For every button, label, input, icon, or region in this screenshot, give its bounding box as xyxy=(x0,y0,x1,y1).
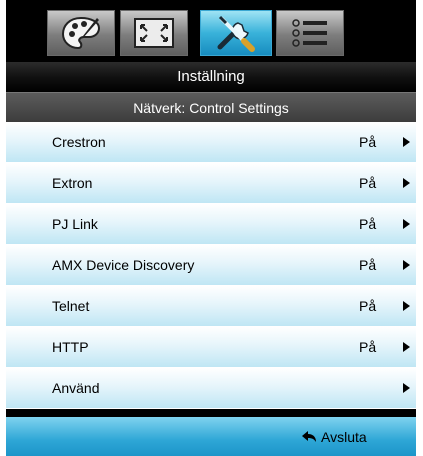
menu-item-value: På xyxy=(359,216,377,232)
menu-item-value: På xyxy=(359,298,377,314)
chevron-right-icon xyxy=(403,301,410,311)
chevron-right-icon xyxy=(403,383,410,393)
menu-item-value: På xyxy=(359,175,377,191)
menu-item-label: AMX Device Discovery xyxy=(52,257,195,273)
tab-bar xyxy=(6,0,416,62)
menu-item-label: Crestron xyxy=(52,134,106,150)
tab-options[interactable] xyxy=(276,10,344,56)
submenu-title: Nätverk: Control Settings xyxy=(6,92,416,122)
menu-item-amx-device-discovery[interactable]: AMX Device Discovery På xyxy=(6,245,416,286)
menu-item-value: På xyxy=(359,339,377,355)
menu-item-label: Telnet xyxy=(52,298,90,314)
menu-title: Inställning xyxy=(6,62,416,92)
menu-item-label: PJ Link xyxy=(52,216,98,232)
menu-item-label: Extron xyxy=(52,175,93,191)
chevron-right-icon xyxy=(403,178,410,188)
exit-button[interactable]: Avsluta xyxy=(301,417,367,456)
list-icon xyxy=(292,19,327,47)
menu-item-pj-link[interactable]: PJ Link På xyxy=(6,204,416,245)
settings-list: Crestron På Extron På PJ Link På AMX Dev… xyxy=(6,122,416,409)
menu-item-label: HTTP xyxy=(52,339,89,355)
chevron-right-icon xyxy=(403,260,410,270)
tab-setup[interactable] xyxy=(200,10,272,56)
menu-item-crestron[interactable]: Crestron På xyxy=(6,122,416,163)
chevron-right-icon xyxy=(403,137,410,147)
tab-display[interactable] xyxy=(47,10,115,56)
return-arrow-icon xyxy=(302,430,316,442)
menu-item-http[interactable]: HTTP På xyxy=(6,327,416,368)
menu-item-apply[interactable]: Använd xyxy=(6,368,416,409)
menu-item-label: Använd xyxy=(52,380,100,396)
menu-item-extron[interactable]: Extron På xyxy=(6,163,416,204)
chevron-right-icon xyxy=(403,342,410,352)
menu-item-value: På xyxy=(359,257,377,273)
palette-icon xyxy=(61,16,101,50)
tab-image[interactable] xyxy=(120,10,188,56)
chevron-right-icon xyxy=(403,219,410,229)
exit-label: Avsluta xyxy=(321,428,367,445)
footer-bar: Avsluta xyxy=(6,417,416,456)
tools-icon xyxy=(217,15,255,52)
menu-item-value: På xyxy=(359,134,377,150)
screen-fit-icon xyxy=(134,18,174,48)
menu-item-telnet[interactable]: Telnet På xyxy=(6,286,416,327)
osd-menu: Inställning Nätverk: Control Settings Cr… xyxy=(6,0,416,456)
